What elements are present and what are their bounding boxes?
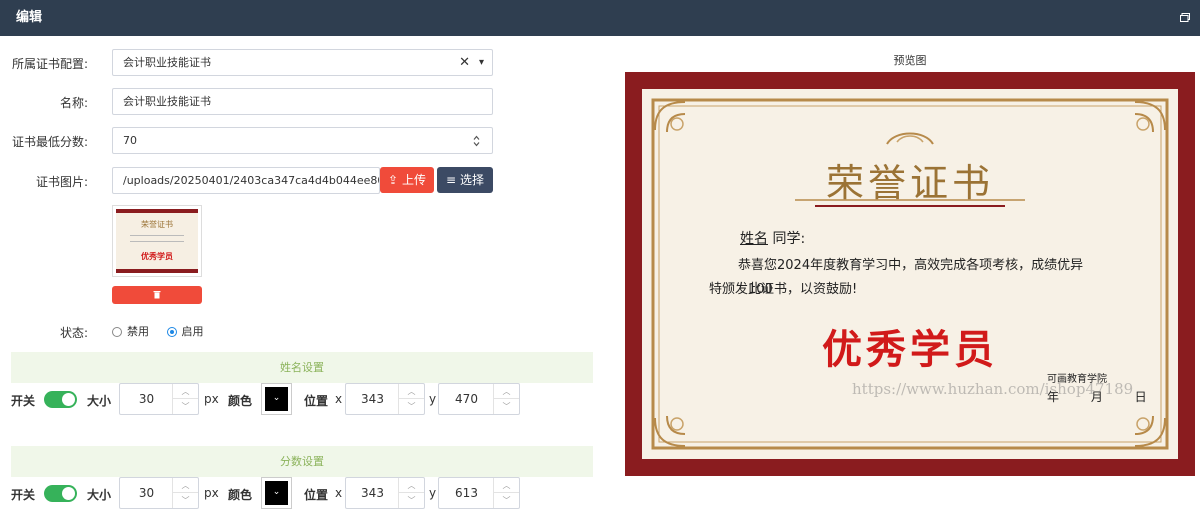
cert-config-label: 所属证书配置:: [11, 57, 88, 71]
score-switch-label: 开关: [11, 488, 36, 502]
edit-form: 所属证书配置: 会计职业技能证书 ✕ ▾ 名称: 会计职业技能证书 证书最低分数…: [0, 36, 600, 529]
upload-label: 上传: [401, 173, 426, 187]
score-size-label: 大小: [87, 488, 112, 502]
maximize-icon[interactable]: [1180, 13, 1190, 22]
certificate-title: 荣誉证书: [825, 161, 994, 205]
cert-thumbnail[interactable]: 荣誉证书 优秀学员: [112, 205, 202, 277]
thumb-title: 荣誉证书: [141, 220, 173, 229]
name-y-label: y: [429, 392, 437, 406]
score-position-label: 位置: [304, 488, 329, 502]
chevron-down-icon: ⌄: [265, 387, 288, 411]
name-size-label: 大小: [87, 394, 112, 408]
chevron-up-icon[interactable]: ︿: [494, 384, 519, 399]
certificate-body: 恭喜您2024年度教育学习中，高效完成各项考核，成绩优异: [738, 258, 1084, 273]
chevron-up-icon[interactable]: ︿: [173, 478, 198, 493]
cert-config-select[interactable]: 会计职业技能证书 ✕ ▾: [112, 49, 493, 76]
image-label: 证书图片:: [35, 175, 88, 189]
name-x-value: 343: [361, 392, 384, 406]
score-color-picker[interactable]: ⌄: [261, 477, 292, 509]
status-disabled-option[interactable]: 禁用: [112, 325, 153, 338]
score-settings-row: 开关 大小 30 ︿ ﹀ px 颜色 ⌄ 位置 x 343 ︿ ﹀ y 613 ︿ ﹀: [11, 477, 593, 511]
chevron-down-icon: ⌄: [265, 481, 288, 505]
status-enabled-label: 启用: [181, 325, 204, 338]
clear-icon[interactable]: ✕: [459, 50, 470, 75]
chevron-up-icon[interactable]: ︿: [173, 384, 198, 399]
name-switch-label: 开关: [11, 394, 36, 408]
chevron-up-icon[interactable]: ︿: [399, 384, 424, 399]
name-x-stepper[interactable]: 343 ︿ ﹀: [345, 383, 425, 415]
status-disabled-label: 禁用: [127, 325, 149, 338]
list-icon: ≡: [446, 173, 457, 187]
name-settings-row: 开关 大小 30 ︿ ﹀ px 颜色 ⌄ 位置 x 343 ︿ ﹀ y 470 ︿ ﹀: [11, 383, 593, 417]
upload-icon: ⇪: [388, 173, 399, 187]
chevron-down-icon[interactable]: ﹀: [173, 399, 198, 414]
score-y-label: y: [429, 486, 437, 500]
chevron-up-icon[interactable]: ︿: [494, 478, 519, 493]
name-input[interactable]: 会计职业技能证书: [112, 88, 493, 115]
thumb-line: [130, 241, 184, 242]
name-color-picker[interactable]: ⌄: [261, 383, 292, 415]
score-y-stepper[interactable]: 613 ︿ ﹀: [438, 477, 520, 509]
name-position-label: 位置: [304, 394, 329, 408]
score-color-label: 颜色: [228, 488, 253, 502]
upload-button[interactable]: ⇪ 上传: [380, 167, 434, 193]
certificate-greeting: 姓名 同学:: [740, 228, 805, 248]
name-label: 名称:: [59, 96, 88, 110]
name-y-value: 470: [455, 392, 478, 406]
spinner-icon[interactable]: [473, 135, 480, 147]
certificate-award: 优秀学员: [822, 326, 998, 373]
status-radio-group: 禁用 启用: [112, 323, 204, 339]
name-y-stepper[interactable]: 470 ︿ ﹀: [438, 383, 520, 415]
chevron-down-icon[interactable]: ﹀: [494, 493, 519, 508]
radio-checked-icon: [166, 327, 177, 337]
status-label: 状态:: [59, 326, 88, 340]
image-path-input[interactable]: /uploads/20250401/2403ca347ca4d4b044ee80…: [112, 167, 380, 194]
window-titlebar: 编辑: [0, 0, 1200, 36]
chevron-down-icon[interactable]: ﹀: [399, 399, 424, 414]
name-color-label: 颜色: [228, 394, 253, 408]
name-settings-header: 姓名设置: [11, 352, 593, 383]
score-size-value: 30: [138, 486, 155, 500]
chevron-down-icon[interactable]: ﹀: [173, 493, 198, 508]
name-x-label: x: [335, 392, 343, 406]
score-y-value: 613: [455, 486, 478, 500]
delete-image-button[interactable]: [112, 286, 202, 304]
chevron-down-icon[interactable]: ﹀: [399, 493, 424, 508]
certificate-score: 100: [748, 282, 773, 297]
choose-label: 选择: [459, 173, 484, 187]
score-x-value: 343: [361, 486, 384, 500]
min-score-value: 70: [123, 134, 137, 147]
radio-icon: [112, 327, 122, 337]
status-enabled-option[interactable]: 启用: [166, 325, 204, 338]
cert-config-value: 会计职业技能证书: [123, 56, 211, 69]
name-size-unit: px: [204, 392, 219, 406]
certificate-name-placeholder: 姓名: [740, 231, 768, 247]
chevron-down-icon[interactable]: ▾: [479, 50, 484, 75]
certificate-greeting-text: 同学:: [772, 231, 806, 247]
score-settings-header: 分数设置: [11, 446, 593, 477]
score-switch-toggle[interactable]: [44, 485, 77, 502]
min-score-label: 证书最低分数:: [11, 135, 88, 149]
score-x-stepper[interactable]: 343 ︿ ﹀: [345, 477, 425, 509]
chevron-up-icon[interactable]: ︿: [399, 478, 424, 493]
certificate-body-2: 特颁发此证书，以资鼓励!: [709, 282, 858, 297]
thumb-line: [130, 235, 184, 236]
name-switch-toggle[interactable]: [44, 391, 77, 408]
preview-title: 预览图: [893, 54, 927, 67]
score-size-stepper[interactable]: 30 ︿ ﹀: [119, 477, 199, 509]
window-title: 编辑: [16, 10, 43, 25]
certificate-preview: 荣誉证书 姓名 同学: 恭喜您2024年度教育学习中，高效完成各项考核，成绩优异…: [625, 72, 1195, 476]
chevron-down-icon[interactable]: ﹀: [494, 399, 519, 414]
watermark-text: https://www.huzhan.com/ishop47189: [852, 380, 1134, 398]
thumb-award: 优秀学员: [141, 252, 173, 261]
score-size-unit: px: [204, 486, 219, 500]
name-size-stepper[interactable]: 30 ︿ ﹀: [119, 383, 199, 415]
min-score-input[interactable]: 70: [112, 127, 493, 154]
trash-icon: [153, 290, 161, 298]
score-x-label: x: [335, 486, 343, 500]
choose-button[interactable]: ≡ 选择: [437, 167, 493, 193]
name-size-value: 30: [138, 392, 155, 406]
